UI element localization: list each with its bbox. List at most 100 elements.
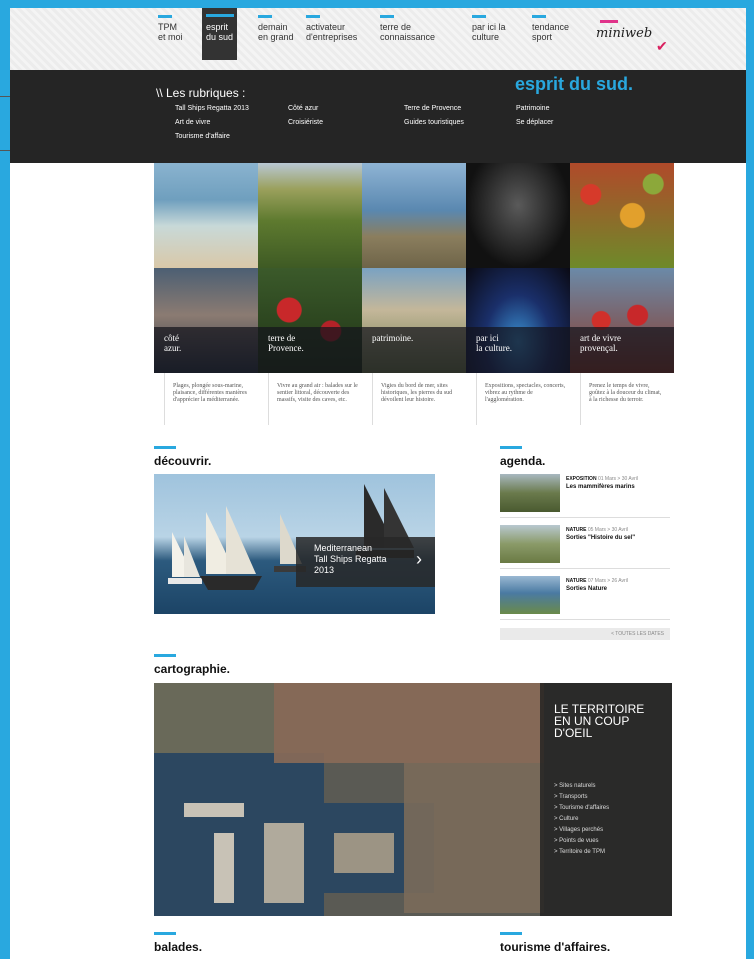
dropdown-link[interactable]: Tall Ships Regatta 2013 xyxy=(175,105,249,112)
tile-caption: art de vivre provençal. xyxy=(570,327,674,373)
caption-line: par ici xyxy=(476,333,499,343)
dropdown-link[interactable]: Croisiériste xyxy=(288,119,323,126)
frame-left xyxy=(0,0,10,959)
category-label: NATURE xyxy=(566,578,587,584)
agenda-title[interactable]: Les mammifères marins xyxy=(566,484,635,490)
nav-label: tendance xyxy=(532,22,570,32)
photo-beach xyxy=(154,163,258,268)
dropdown-link[interactable]: Terre de Provence xyxy=(404,105,461,112)
agenda-title[interactable]: Sorties "Histoire du sel" xyxy=(566,535,635,541)
tile-culture[interactable]: par ici la culture. xyxy=(466,163,570,373)
dropdown-heading: \\ Les rubriques : xyxy=(156,86,246,100)
section-title-walks: balades. xyxy=(154,940,203,954)
tile-patrimoine[interactable]: patrimoine. xyxy=(362,163,466,373)
agenda-title[interactable]: Sorties Nature xyxy=(566,586,607,592)
section-marker xyxy=(500,446,522,449)
dropdown-link[interactable]: Guides touristiques xyxy=(404,119,464,126)
frame-right xyxy=(746,0,754,959)
agenda-item[interactable]: NATURE 05 Mars > 30 Avril Sorties "Histo… xyxy=(500,525,670,569)
agenda-item[interactable]: EXPOSITION 01 Mars > 30 Avril Les mammif… xyxy=(500,474,670,518)
nav-label: en grand xyxy=(258,32,294,42)
nav-item-esprit-du-sud[interactable]: esprit du sud xyxy=(202,8,238,60)
nav-item-culture[interactable]: par ici la culture xyxy=(472,15,506,42)
nav-label: activateur xyxy=(306,22,346,32)
map-link[interactable]: > Points de vues xyxy=(554,836,658,847)
tile-description: Plages, plongée sous-marine, plaisance, … xyxy=(164,373,268,425)
category-label: NATURE xyxy=(566,527,587,533)
nav-label: par ici la xyxy=(472,22,506,32)
agenda-item[interactable]: NATURE 07 Mars > 26 Avril Sorties Nature xyxy=(500,576,670,620)
nav-item-terre-de-connaissance[interactable]: terre de connaissance xyxy=(380,15,436,42)
discover-callout[interactable]: Mediterranean Tall Ships Regatta 2013 › xyxy=(296,537,435,587)
callout-line: Tall Ships Regatta xyxy=(314,554,387,564)
section-marker xyxy=(154,932,176,935)
nav-marker xyxy=(206,14,234,17)
dropdown-link[interactable]: Se déplacer xyxy=(516,119,553,126)
agenda-thumbnail xyxy=(500,576,560,614)
section-title-discover: découvrir. xyxy=(154,454,212,468)
map-link[interactable]: > Villages perchés xyxy=(554,825,658,836)
nav-label: du sud xyxy=(206,32,234,42)
tile-terre-de-provence[interactable]: terre de Provence. xyxy=(258,163,362,373)
map-dock xyxy=(184,803,244,817)
map-dock xyxy=(334,833,394,873)
section-title-business: tourisme d'affaires. xyxy=(500,940,611,954)
dropdown-link[interactable]: Côté azur xyxy=(288,105,318,112)
tile-caption: terre de Provence. xyxy=(258,327,362,373)
section-marker xyxy=(154,446,176,449)
dropdown-link[interactable]: Tourisme d'affaire xyxy=(175,133,230,140)
map-link[interactable]: > Sites naturels xyxy=(554,781,658,792)
section-title-agenda: agenda. xyxy=(500,454,546,468)
photo-vineyard xyxy=(258,163,362,268)
map-link[interactable]: > Territoire de TPM xyxy=(554,847,658,858)
tile-description: Vivre au grand air : balades sur le sent… xyxy=(268,373,372,425)
agenda-dates: 05 Mars > 30 Avril xyxy=(587,527,628,533)
nav-marker xyxy=(380,15,394,18)
caption-line: azur. xyxy=(164,343,182,353)
section-marker xyxy=(154,654,176,657)
agenda-category: EXPOSITION 01 Mars > 30 Avril xyxy=(566,476,638,482)
tile-description: Prenez le temps de vivre, goûtez à la do… xyxy=(580,373,672,425)
caption-line: provençal. xyxy=(580,343,618,353)
map-dock xyxy=(264,823,304,903)
map-city xyxy=(274,683,544,763)
nav-item-tpm[interactable]: TPM et moi xyxy=(158,15,183,42)
miniweb-logo[interactable]: miniweb xyxy=(596,26,652,41)
tile-cote-azur[interactable]: côté azur. xyxy=(154,163,258,373)
section-title: esprit du sud. xyxy=(515,74,634,94)
map-link[interactable]: > Transports xyxy=(554,792,658,803)
map-link[interactable]: > Culture xyxy=(554,814,658,825)
nav-label: connaissance xyxy=(380,32,436,42)
nav-marker xyxy=(258,15,272,18)
nav-item-demain[interactable]: demain en grand xyxy=(258,15,294,42)
map-city xyxy=(404,763,544,913)
aerial-map[interactable]: LE TERRITOIRE EN UN COUP D'OEIL > Sites … xyxy=(154,683,672,916)
nav-item-sport[interactable]: tendance sport xyxy=(532,15,570,42)
discover-banner[interactable]: Mediterranean Tall Ships Regatta 2013 › xyxy=(154,474,435,614)
caption-line: terre de xyxy=(268,333,296,343)
nav-label: culture xyxy=(472,32,500,42)
nav-label: sport xyxy=(532,32,553,42)
tile-art-de-vivre[interactable]: art de vivre provençal. xyxy=(570,163,674,373)
nav-label: esprit xyxy=(206,22,229,32)
caption-line: patrimoine. xyxy=(372,333,414,343)
photo-mosaic: côté azur. terre de Provence. patrimoine… xyxy=(154,163,674,373)
nav-marker xyxy=(306,15,320,18)
rubriques-dropdown: \\ Les rubriques : esprit du sud. Tall S… xyxy=(10,70,746,163)
logo-accent xyxy=(600,20,618,23)
caption-line: art de vivre xyxy=(580,333,621,343)
dropdown-link[interactable]: Art de vivre xyxy=(175,119,210,126)
category-label: EXPOSITION xyxy=(566,476,597,482)
nav-item-activateur[interactable]: activateur d'entreprises xyxy=(306,15,358,42)
agenda-thumbnail xyxy=(500,474,560,512)
chevron-right-icon[interactable]: › xyxy=(416,550,422,568)
map-city xyxy=(154,683,274,753)
map-link[interactable]: > Tourisme d'affaires xyxy=(554,803,658,814)
callout-line: 2013 xyxy=(314,565,335,575)
agenda-dates: 07 Mars > 26 Avril xyxy=(587,578,628,584)
photo-coast xyxy=(362,163,466,268)
all-dates-link[interactable]: < TOUTES LES DATES xyxy=(500,628,670,640)
dropdown-link[interactable]: Patrimoine xyxy=(516,105,549,112)
nav-label: d'entreprises xyxy=(306,32,358,42)
photo-dancers xyxy=(466,163,570,268)
